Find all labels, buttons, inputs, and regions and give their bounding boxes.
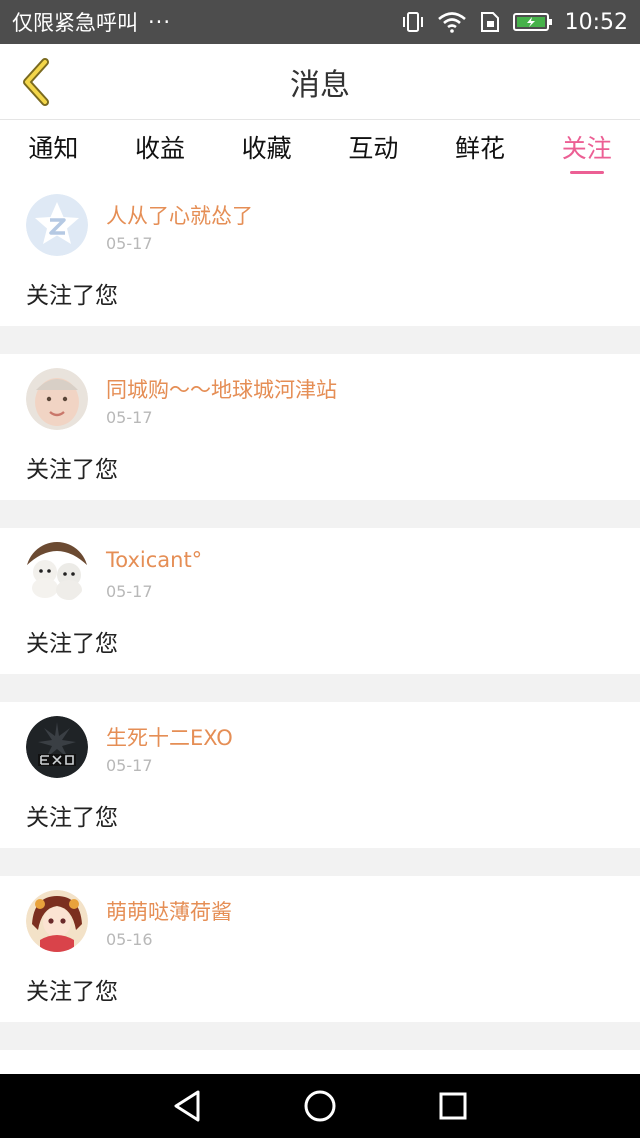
- notification-date: 05-17: [106, 408, 153, 427]
- list-item[interactable]: 生死十二EXO 05-17 关注了您: [0, 702, 640, 848]
- notification-message: 关注了您: [26, 457, 118, 483]
- list-item[interactable]: 同城购～～地球城河津站 05-17 关注了您: [0, 354, 640, 500]
- tab-earnings[interactable]: 收益: [107, 120, 214, 180]
- status-bar: 仅限紧急呼叫 ··· 10:52: [0, 0, 640, 44]
- tab-interaction[interactable]: 互动: [320, 120, 427, 180]
- user-name[interactable]: 萌萌哒薄荷酱: [106, 896, 232, 926]
- notification-message: 关注了您: [26, 805, 118, 831]
- list-item[interactable]: Toxicant° 05-17 关注了您: [0, 528, 640, 674]
- home-circle-icon: [304, 1090, 336, 1122]
- notification-message: 关注了您: [26, 979, 118, 1005]
- tab-label: 收藏: [241, 134, 292, 163]
- tab-label: 收益: [135, 134, 186, 163]
- tab-label: 互动: [348, 134, 399, 163]
- tab-favorites[interactable]: 收藏: [213, 120, 320, 180]
- back-button[interactable]: [10, 54, 62, 110]
- clock: 10:52: [564, 9, 628, 35]
- notification-date: 05-17: [106, 582, 153, 601]
- nav-back-button[interactable]: [157, 1076, 217, 1136]
- nav-home-button[interactable]: [290, 1076, 350, 1136]
- dark-exo-avatar-icon: [26, 716, 88, 778]
- default-star-avatar-icon: [26, 194, 88, 256]
- status-icons: 10:52: [401, 10, 628, 35]
- baby-photo-avatar-icon: [26, 368, 88, 430]
- carrier-text: 仅限紧急呼叫: [12, 11, 138, 35]
- user-name[interactable]: 人从了心就怂了: [106, 200, 253, 230]
- list-item[interactable]: 萌萌哒薄荷酱 05-16 关注了您: [0, 876, 640, 1022]
- list-item[interactable]: 人从了心就怂了 05-17 关注了您: [0, 180, 640, 326]
- screen: 仅限紧急呼叫 ··· 10:52 消息 通知 收益 收藏 互动 鲜花 关注 人从…: [0, 0, 640, 1138]
- notification-date: 05-17: [106, 756, 153, 775]
- notification-list: 人从了心就怂了 05-17 关注了您 同城购～～地球城河津站 05-17 关注了…: [0, 180, 640, 1138]
- anime-girl-avatar-icon: [26, 890, 88, 952]
- user-name[interactable]: 同城购～～地球城河津站: [106, 374, 337, 404]
- user-name[interactable]: 生死十二EXO: [106, 722, 233, 752]
- battery-charging-icon: [512, 13, 552, 31]
- user-name[interactable]: Toxicant°: [106, 548, 202, 572]
- avatar[interactable]: [26, 542, 88, 604]
- tab-label: 关注: [561, 134, 612, 163]
- system-nav-bar: [0, 1074, 640, 1138]
- tab-notice[interactable]: 通知: [0, 120, 107, 180]
- tab-label: 通知: [28, 134, 79, 163]
- wifi-icon: [437, 12, 466, 33]
- notification-date: 05-17: [106, 234, 153, 253]
- avatar[interactable]: [26, 716, 88, 778]
- recents-square-icon: [439, 1092, 467, 1120]
- nav-recents-button[interactable]: [423, 1076, 483, 1136]
- avatar[interactable]: [26, 194, 88, 256]
- notification-date: 05-16: [106, 930, 153, 949]
- avatar[interactable]: [26, 368, 88, 430]
- chevron-left-icon: [23, 58, 49, 106]
- tab-indicator: [569, 171, 604, 174]
- notification-message: 关注了您: [26, 631, 118, 657]
- page-title: 消息: [290, 67, 350, 103]
- back-triangle-icon: [174, 1090, 200, 1122]
- tab-following[interactable]: 关注: [533, 120, 640, 180]
- message-tabs: 通知 收益 收藏 互动 鲜花 关注: [0, 120, 640, 180]
- avatar[interactable]: [26, 890, 88, 952]
- vibrate-icon: [402, 12, 423, 32]
- notification-message: 关注了您: [26, 283, 118, 309]
- sim-icon: [480, 12, 499, 32]
- white-dogs-avatar-icon: [26, 542, 88, 604]
- more-notifications-icon: ···: [148, 10, 172, 34]
- tab-label: 鲜花: [455, 134, 506, 163]
- app-header: 消息: [0, 44, 640, 120]
- tab-flowers[interactable]: 鲜花: [427, 120, 534, 180]
